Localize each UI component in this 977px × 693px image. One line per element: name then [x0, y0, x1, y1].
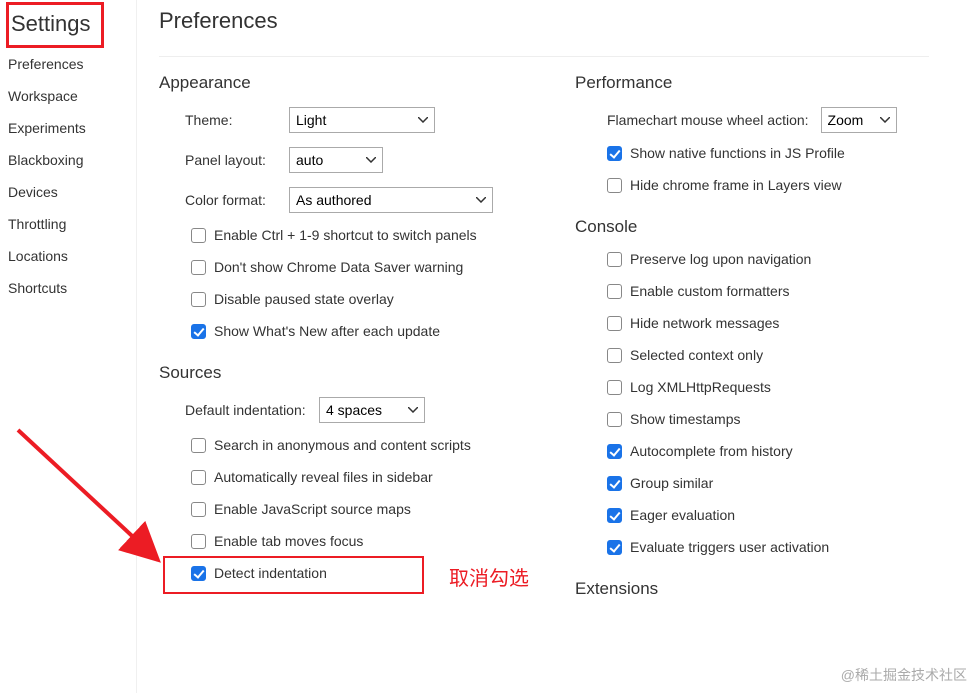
wheel-label: Flamechart mouse wheel action:: [607, 112, 809, 128]
console-check-row-4: Log XMLHttpRequests: [575, 379, 971, 395]
console-check-label-6: Autocomplete from history: [630, 443, 793, 459]
wheel-select[interactable]: Zoom: [821, 107, 897, 133]
sidebar-item-experiments[interactable]: Experiments: [6, 112, 136, 144]
sources-check-row-0: Search in anonymous and content scripts: [159, 437, 575, 453]
appearance-check-checkbox-2[interactable]: [191, 292, 206, 307]
sidebar-item-shortcuts[interactable]: Shortcuts: [6, 272, 136, 304]
theme-label: Theme:: [159, 112, 289, 128]
console-check-label-3: Selected context only: [630, 347, 763, 363]
sidebar-item-locations[interactable]: Locations: [6, 240, 136, 272]
console-check-checkbox-7[interactable]: [607, 476, 622, 491]
console-check-row-7: Group similar: [575, 475, 971, 491]
sources-check-label-0: Search in anonymous and content scripts: [214, 437, 471, 453]
sidebar-item-throttling[interactable]: Throttling: [6, 208, 136, 240]
performance-check-label-1: Hide chrome frame in Layers view: [630, 177, 842, 193]
settings-title-highlight: Settings: [6, 2, 104, 48]
sources-check-row-3: Enable tab moves focus: [159, 533, 575, 549]
section-appearance: Appearance Theme: Light Panel layout: au…: [159, 73, 575, 339]
sources-check-label-1: Automatically reveal files in sidebar: [214, 469, 433, 485]
section-title-extensions: Extensions: [575, 579, 971, 599]
section-title-sources: Sources: [159, 363, 575, 383]
sources-check-checkbox-4[interactable]: [191, 566, 206, 581]
sources-check-label-4: Detect indentation: [214, 565, 327, 581]
sources-check-label-3: Enable tab moves focus: [214, 533, 363, 549]
theme-select[interactable]: Light: [289, 107, 435, 133]
console-check-checkbox-4[interactable]: [607, 380, 622, 395]
sources-check-checkbox-3[interactable]: [191, 534, 206, 549]
console-check-row-9: Evaluate triggers user activation: [575, 539, 971, 555]
section-title-console: Console: [575, 217, 971, 237]
page-title: Preferences: [159, 8, 971, 34]
sidebar-item-devices[interactable]: Devices: [6, 176, 136, 208]
appearance-check-label-2: Disable paused state overlay: [214, 291, 394, 307]
console-check-label-9: Evaluate triggers user activation: [630, 539, 829, 555]
console-check-label-5: Show timestamps: [630, 411, 740, 427]
console-check-row-3: Selected context only: [575, 347, 971, 363]
sidebar-title: Settings: [9, 5, 91, 45]
console-check-checkbox-0[interactable]: [607, 252, 622, 267]
appearance-check-checkbox-0[interactable]: [191, 228, 206, 243]
performance-check-label-0: Show native functions in JS Profile: [630, 145, 845, 161]
color-format-label: Color format:: [159, 192, 289, 208]
color-format-select[interactable]: As authored: [289, 187, 493, 213]
sources-check-row-4: Detect indentation: [159, 565, 575, 581]
indent-select[interactable]: 4 spaces: [319, 397, 425, 423]
appearance-check-row-2: Disable paused state overlay: [159, 291, 575, 307]
panel-layout-select[interactable]: auto: [289, 147, 383, 173]
console-check-label-8: Eager evaluation: [630, 507, 735, 523]
performance-check-checkbox-0[interactable]: [607, 146, 622, 161]
divider: [159, 56, 929, 57]
sidebar-item-workspace[interactable]: Workspace: [6, 80, 136, 112]
sources-check-row-1: Automatically reveal files in sidebar: [159, 469, 575, 485]
appearance-check-label-0: Enable Ctrl + 1-9 shortcut to switch pan…: [214, 227, 477, 243]
console-check-row-8: Eager evaluation: [575, 507, 971, 523]
console-check-label-0: Preserve log upon navigation: [630, 251, 811, 267]
appearance-check-checkbox-3[interactable]: [191, 324, 206, 339]
console-check-row-0: Preserve log upon navigation: [575, 251, 971, 267]
section-console: Console Preserve log upon navigation Enab…: [575, 217, 971, 555]
console-check-checkbox-5[interactable]: [607, 412, 622, 427]
console-check-row-5: Show timestamps: [575, 411, 971, 427]
section-title-performance: Performance: [575, 73, 971, 93]
console-check-label-1: Enable custom formatters: [630, 283, 790, 299]
console-check-checkbox-3[interactable]: [607, 348, 622, 363]
sidebar: Settings Preferences Workspace Experimen…: [0, 0, 137, 693]
console-check-checkbox-6[interactable]: [607, 444, 622, 459]
sources-check-checkbox-2[interactable]: [191, 502, 206, 517]
sources-check-checkbox-0[interactable]: [191, 438, 206, 453]
sidebar-item-blackboxing[interactable]: Blackboxing: [6, 144, 136, 176]
sources-check-checkbox-1[interactable]: [191, 470, 206, 485]
console-check-label-2: Hide network messages: [630, 315, 779, 331]
section-sources: Sources Default indentation: 4 spaces Se…: [159, 363, 575, 581]
console-check-checkbox-8[interactable]: [607, 508, 622, 523]
section-title-appearance: Appearance: [159, 73, 575, 93]
appearance-check-label-3: Show What's New after each update: [214, 323, 440, 339]
console-check-row-2: Hide network messages: [575, 315, 971, 331]
console-check-label-4: Log XMLHttpRequests: [630, 379, 771, 395]
console-check-row-6: Autocomplete from history: [575, 443, 971, 459]
panel-layout-label: Panel layout:: [159, 152, 289, 168]
appearance-check-row-0: Enable Ctrl + 1-9 shortcut to switch pan…: [159, 227, 575, 243]
appearance-check-row-1: Don't show Chrome Data Saver warning: [159, 259, 575, 275]
console-check-label-7: Group similar: [630, 475, 713, 491]
sources-check-row-2: Enable JavaScript source maps: [159, 501, 575, 517]
sources-check-label-2: Enable JavaScript source maps: [214, 501, 411, 517]
console-check-checkbox-2[interactable]: [607, 316, 622, 331]
section-performance: Performance Flamechart mouse wheel actio…: [575, 73, 971, 193]
appearance-check-row-3: Show What's New after each update: [159, 323, 575, 339]
performance-check-row-0: Show native functions in JS Profile: [575, 145, 971, 161]
appearance-check-label-1: Don't show Chrome Data Saver warning: [214, 259, 463, 275]
console-check-checkbox-9[interactable]: [607, 540, 622, 555]
section-extensions: Extensions: [575, 579, 971, 599]
console-check-row-1: Enable custom formatters: [575, 283, 971, 299]
performance-check-row-1: Hide chrome frame in Layers view: [575, 177, 971, 193]
console-check-checkbox-1[interactable]: [607, 284, 622, 299]
performance-check-checkbox-1[interactable]: [607, 178, 622, 193]
indent-label: Default indentation:: [159, 402, 319, 418]
appearance-check-checkbox-1[interactable]: [191, 260, 206, 275]
content: Preferences Appearance Theme: Light Pane…: [137, 0, 977, 693]
sidebar-item-preferences[interactable]: Preferences: [6, 48, 136, 80]
